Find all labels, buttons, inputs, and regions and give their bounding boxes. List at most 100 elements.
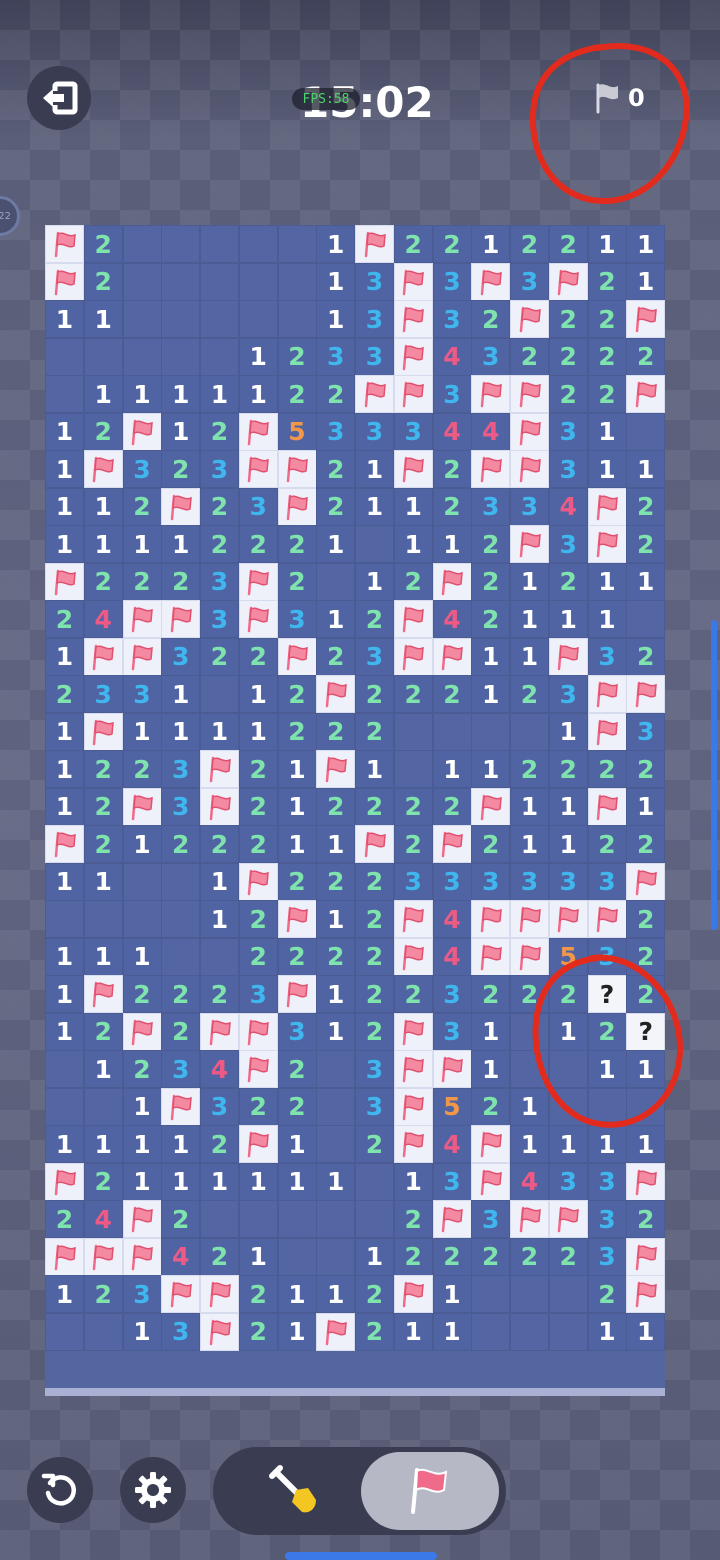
number-cell[interactable]: 3 [161,1312,201,1351]
flag-cell[interactable] [471,1162,511,1201]
number-cell[interactable]: 1 [200,712,239,751]
number-cell[interactable]: 1 [626,562,666,601]
number-cell[interactable]: 2 [83,1162,123,1201]
number-cell[interactable]: 1 [45,975,84,1014]
flag-cell[interactable] [161,600,201,639]
number-cell[interactable]: 2 [587,262,627,301]
number-cell[interactable]: 2 [83,1275,123,1314]
flag-cell[interactable] [45,225,84,263]
number-cell[interactable]: 2 [238,937,278,976]
number-cell[interactable]: 5 [277,412,317,451]
empty-cell[interactable] [83,1087,123,1126]
empty-cell[interactable] [626,1087,666,1126]
number-cell[interactable]: 3 [355,262,394,301]
flag-cell[interactable] [238,562,278,601]
number-cell[interactable]: 2 [548,337,588,376]
number-cell[interactable]: 1 [83,375,123,414]
number-cell[interactable]: 2 [355,675,394,714]
empty-cell[interactable] [316,1237,356,1276]
empty-cell[interactable] [471,1275,511,1314]
settings-button[interactable] [120,1457,186,1523]
number-cell[interactable]: 2 [277,525,317,564]
number-cell[interactable]: 3 [587,637,627,676]
flag-cell[interactable] [393,600,433,639]
empty-cell[interactable] [45,1087,84,1126]
flag-cell[interactable] [510,525,549,564]
number-cell[interactable]: 1 [626,787,666,826]
empty-cell[interactable] [45,337,84,376]
number-cell[interactable]: 2 [548,750,588,789]
number-cell[interactable]: 3 [548,412,588,451]
number-cell[interactable]: 2 [200,975,239,1014]
number-cell[interactable]: 1 [45,787,84,826]
number-cell[interactable]: 1 [587,1125,627,1164]
number-cell[interactable]: 1 [45,1012,84,1051]
number-cell[interactable]: 3 [510,262,549,301]
empty-cell[interactable] [355,1200,394,1239]
number-cell[interactable]: 1 [548,1125,588,1164]
number-cell[interactable]: 1 [471,1012,511,1051]
empty-cell[interactable] [355,1162,394,1201]
number-cell[interactable]: 1 [277,1312,317,1351]
number-cell[interactable]: 2 [316,787,356,826]
number-cell[interactable]: 2 [587,337,627,376]
number-cell[interactable]: 2 [355,1012,394,1051]
empty-cell[interactable] [161,862,201,901]
number-cell[interactable]: 2 [626,825,666,864]
number-cell[interactable]: 3 [548,450,588,489]
number-cell[interactable]: 1 [200,375,239,414]
flag-cell[interactable] [316,750,356,789]
flag-cell[interactable] [238,600,278,639]
empty-cell[interactable] [45,1312,84,1351]
number-cell[interactable]: 2 [45,1200,84,1239]
number-cell[interactable]: 3 [548,675,588,714]
empty-cell[interactable] [626,412,666,451]
number-cell[interactable]: 1 [45,637,84,676]
number-cell[interactable]: 2 [83,225,123,263]
empty-cell[interactable] [238,225,278,263]
number-cell[interactable]: 1 [161,375,201,414]
number-cell[interactable]: 2 [355,712,394,751]
number-cell[interactable]: 3 [355,637,394,676]
number-cell[interactable]: 1 [510,637,549,676]
number-cell[interactable]: 1 [355,1237,394,1276]
number-cell[interactable]: 1 [161,712,201,751]
number-cell[interactable]: 1 [122,375,162,414]
number-cell[interactable]: 2 [238,1087,278,1126]
number-cell[interactable]: 1 [83,300,123,339]
number-cell[interactable]: 3 [355,1050,394,1089]
number-cell[interactable]: 2 [471,300,511,339]
empty-cell[interactable] [122,225,162,263]
number-cell[interactable]: 1 [45,1275,84,1314]
number-cell[interactable]: 2 [355,975,394,1014]
flag-cell[interactable] [355,225,394,263]
number-cell[interactable]: 2 [471,825,511,864]
number-cell[interactable]: 1 [626,1050,666,1089]
number-cell[interactable]: 2 [355,600,394,639]
number-cell[interactable]: 1 [355,750,394,789]
number-cell[interactable]: 2 [510,337,549,376]
number-cell[interactable]: 2 [548,975,588,1014]
flag-cell[interactable] [587,487,627,526]
flag-cell[interactable] [587,525,627,564]
number-cell[interactable]: 1 [316,600,356,639]
flag-cell[interactable] [432,562,472,601]
empty-cell[interactable] [238,1200,278,1239]
number-cell[interactable]: 5 [432,1087,472,1126]
number-cell[interactable]: 1 [587,562,627,601]
flag-cell[interactable] [316,675,356,714]
number-cell[interactable]: 1 [122,1162,162,1201]
number-cell[interactable]: 3 [200,1087,239,1126]
empty-cell[interactable] [316,1200,356,1239]
empty-cell[interactable] [510,1012,549,1051]
flag-cell[interactable] [393,375,433,414]
number-cell[interactable]: 1 [587,225,627,263]
number-cell[interactable]: 1 [548,825,588,864]
number-cell[interactable]: 3 [471,337,511,376]
number-cell[interactable]: 1 [161,412,201,451]
empty-cell[interactable] [45,1050,84,1089]
number-cell[interactable]: 3 [471,1200,511,1239]
flag-cell[interactable] [548,1200,588,1239]
number-cell[interactable]: 4 [432,337,472,376]
number-cell[interactable]: 2 [626,1200,666,1239]
